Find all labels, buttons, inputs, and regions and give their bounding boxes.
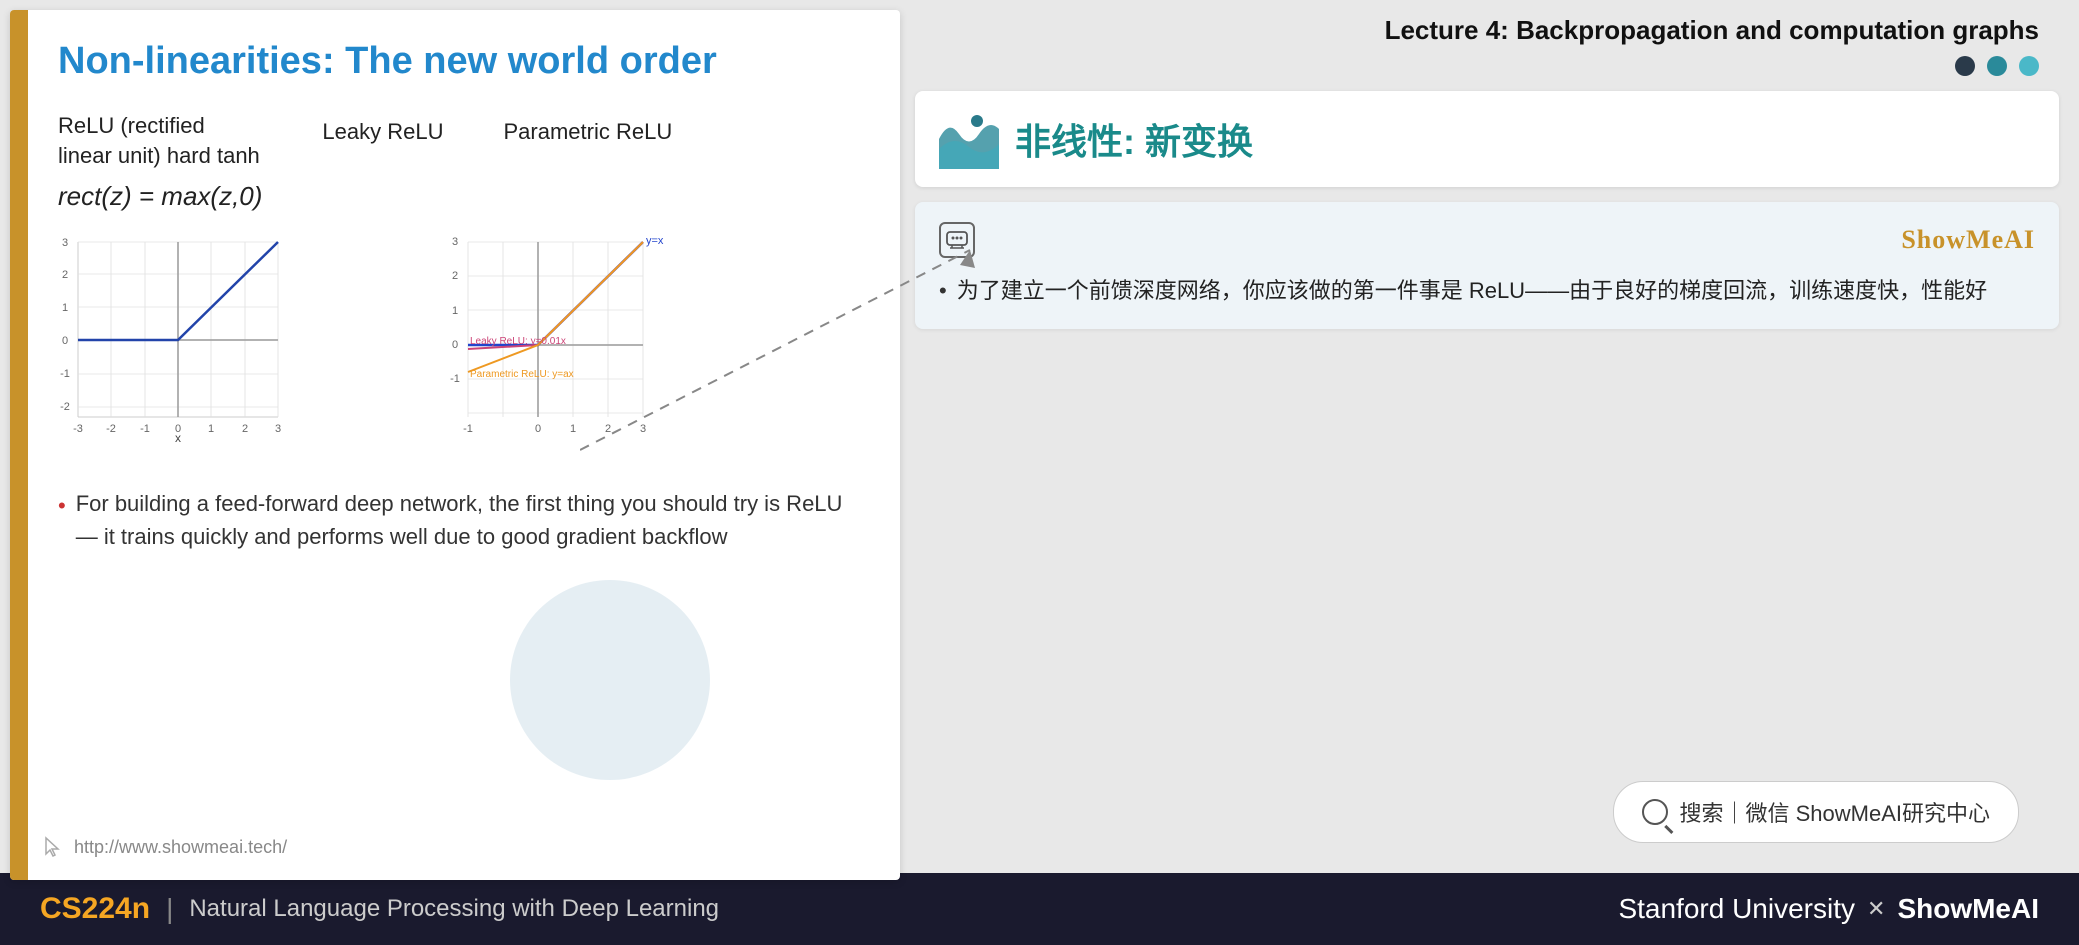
svg-text:0: 0: [62, 335, 68, 347]
svg-text:2: 2: [452, 270, 458, 282]
bottom-left: CS224n | Natural Language Processing wit…: [40, 892, 719, 926]
svg-text:Parametric ReLU: y=ax: Parametric ReLU: y=ax: [470, 369, 574, 380]
search-box[interactable]: 搜索｜微信 ShowMeAI研究中心: [1613, 781, 2020, 843]
svg-text:3: 3: [640, 423, 646, 435]
svg-text:3: 3: [275, 423, 281, 435]
svg-text:-1: -1: [463, 423, 473, 435]
ai-icon: [939, 222, 975, 258]
bottom-description: Natural Language Processing with Deep Le…: [189, 895, 719, 923]
section-header-card: 非线性: 新变换: [915, 91, 2059, 187]
search-icon: [1642, 799, 1668, 825]
bullet-dot: •: [58, 489, 66, 522]
slide-footer: http://www.showmeai.tech/: [40, 834, 287, 860]
svg-text:-2: -2: [106, 423, 116, 435]
svg-text:2: 2: [605, 423, 611, 435]
content-area: Non-linearities: The new world order ReL…: [0, 0, 2079, 873]
svg-text:1: 1: [208, 423, 214, 435]
relu-chart: -3 -2 -1 0 1 2 3 0 1 2 3 -1 -2: [58, 232, 288, 447]
slide-panel: Non-linearities: The new world order ReL…: [10, 10, 900, 880]
charts-row: -3 -2 -1 0 1 2 3 0 1 2 3 -1 -2: [58, 232, 860, 457]
ai-card: ShowMeAI • 为了建立一个前馈深度网络，你应该做的第一件事是 ReLU—…: [915, 202, 2059, 329]
svg-text:-1: -1: [140, 423, 150, 435]
ai-bullet-text: 为了建立一个前馈深度网络，你应该做的第一件事是 ReLU——由于良好的梯度回流，…: [957, 272, 1987, 309]
slide-content: Non-linearities: The new world order ReL…: [38, 10, 900, 880]
x-symbol: ✕: [1867, 896, 1885, 922]
nav-dots: [915, 56, 2059, 76]
ai-card-header: ShowMeAI: [939, 222, 2035, 258]
bottom-course: CS224n: [40, 892, 150, 926]
svg-text:1: 1: [570, 423, 576, 435]
svg-text:2: 2: [242, 423, 248, 435]
svg-text:3: 3: [62, 237, 68, 249]
relu-math: rect(z) = max(z,0): [58, 181, 262, 212]
right-panel: Lecture 4: Backpropagation and computati…: [915, 0, 2079, 873]
relu-title: ReLU (rectified: [58, 113, 262, 139]
slide-left-bar: [10, 10, 28, 880]
bullet-text: For building a feed-forward deep network…: [76, 487, 860, 553]
bottom-right: Stanford University ✕ ShowMeAI: [1618, 893, 2039, 925]
parametric-title: Parametric ReLU: [504, 119, 673, 145]
lecture-header: Lecture 4: Backpropagation and computati…: [915, 10, 2059, 46]
search-label: 搜索｜微信 ShowMeAI研究中心: [1680, 801, 1991, 826]
nav-dot-1[interactable]: [1955, 56, 1975, 76]
bottom-bar: CS224n | Natural Language Processing wit…: [0, 873, 2079, 945]
formula-col-parametric: Parametric ReLU: [504, 113, 673, 212]
showmeai-brand: ShowMeAI: [1901, 225, 2035, 255]
leaky-title: Leaky ReLU: [322, 119, 443, 145]
svg-text:0: 0: [535, 423, 541, 435]
showmeai-bottom-brand: ShowMeAI: [1897, 893, 2039, 925]
relu-subtitle: linear unit) hard tanh: [58, 143, 262, 169]
ai-card-content: • 为了建立一个前馈深度网络，你应该做的第一件事是 ReLU——由于良好的梯度回…: [939, 272, 2035, 309]
section-title: 非线性: 新变换: [1015, 113, 1253, 165]
search-text: 搜索｜微信 ShowMeAI研究中心: [1680, 796, 1991, 828]
leaky-parametric-chart: y=x Leaky ReLU: y=0.01x Parametric ReLU:…: [408, 232, 708, 457]
svg-text:2: 2: [62, 269, 68, 281]
nav-dot-2[interactable]: [1987, 56, 2007, 76]
svg-text:-1: -1: [450, 373, 460, 385]
bottom-divider: |: [166, 893, 173, 925]
slide-url: http://www.showmeai.tech/: [74, 837, 287, 858]
ai-bullet: • 为了建立一个前馈深度网络，你应该做的第一件事是 ReLU——由于良好的梯度回…: [939, 272, 2035, 309]
svg-text:3: 3: [452, 236, 458, 248]
svg-text:-1: -1: [60, 368, 70, 380]
svg-text:-2: -2: [60, 401, 70, 413]
formula-col-leaky: Leaky ReLU: [322, 113, 443, 212]
main-container: Non-linearities: The new world order ReL…: [0, 0, 2079, 945]
svg-text:1: 1: [62, 302, 68, 314]
svg-text:-3: -3: [73, 423, 83, 435]
formula-col-relu: ReLU (rectified linear unit) hard tanh r…: [58, 113, 262, 212]
svg-text:y=x: y=x: [646, 235, 664, 247]
slide-bullet: • For building a feed-forward deep netwo…: [58, 487, 860, 553]
slide-title: Non-linearities: The new world order: [58, 40, 860, 83]
svg-text:Leaky ReLU: y=0.01x: Leaky ReLU: y=0.01x: [470, 336, 566, 347]
ai-bullet-dot: •: [939, 272, 947, 309]
svg-text:1: 1: [452, 305, 458, 317]
section-icon: [939, 109, 999, 169]
nav-dot-3[interactable]: [2019, 56, 2039, 76]
svg-text:0: 0: [452, 339, 458, 351]
slide-formulas-row: ReLU (rectified linear unit) hard tanh r…: [58, 113, 860, 212]
svg-text:x: x: [175, 431, 181, 442]
cursor-icon: [40, 834, 66, 860]
stanford-text: Stanford University: [1618, 893, 1855, 925]
